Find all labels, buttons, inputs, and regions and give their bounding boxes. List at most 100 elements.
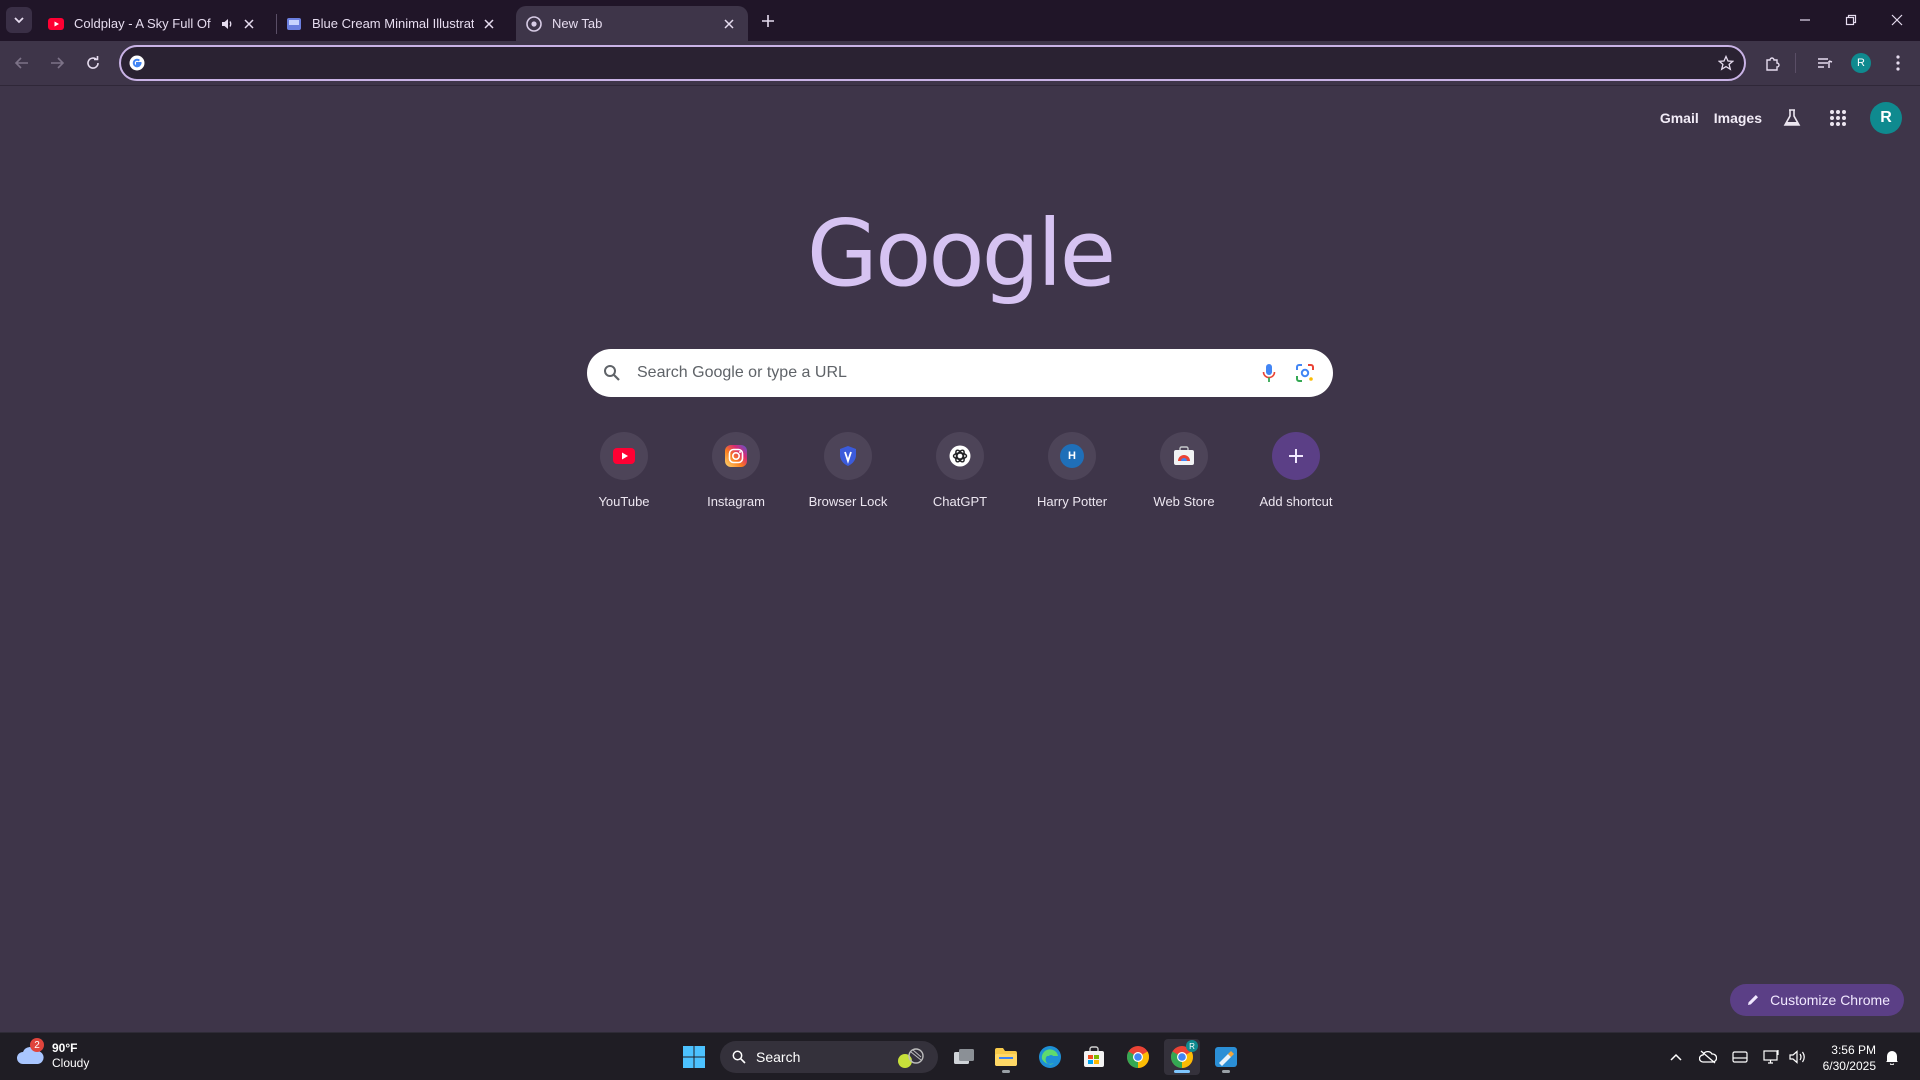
shortcut-add[interactable]: Add shortcut [1240,430,1352,530]
network-tray-icon[interactable] [1760,1047,1784,1067]
profile-button[interactable]: R [1847,49,1875,77]
taskbar-search-label: Search [756,1049,801,1065]
search-input[interactable] [637,364,1245,382]
back-button[interactable] [8,49,36,77]
notifications-button[interactable] [1880,1047,1904,1067]
voice-search-button[interactable] [1257,361,1281,385]
microsoft-store-button[interactable] [1076,1039,1112,1075]
chatgpt-icon [949,445,971,467]
account-avatar[interactable]: R [1870,102,1902,134]
folder-icon [995,1048,1017,1066]
restore-icon [1845,14,1857,26]
chrome-icon [526,15,542,32]
close-tab-icon[interactable] [720,15,738,33]
customize-label: Customize Chrome [1770,992,1890,1008]
shortcut-label: Add shortcut [1259,494,1333,509]
search-box[interactable] [587,349,1333,397]
menu-button[interactable] [1884,49,1912,77]
media-control-button[interactable] [1811,49,1839,77]
gmail-link[interactable]: Gmail [1660,110,1699,126]
bell-icon [1886,1051,1898,1065]
new-tab-button[interactable] [756,9,780,33]
shortcut-browser-lock[interactable]: Browser Lock [792,430,904,530]
tab-search-button[interactable] [6,7,32,33]
lens-search-button[interactable] [1293,361,1317,385]
taskbar-clock[interactable]: 3:56 PM 6/30/2025 [1823,1042,1876,1074]
weather-temp: 90°F [52,1041,78,1055]
shortcut-label: Instagram [707,494,765,509]
close-icon [1891,14,1903,26]
labs-button[interactable] [1776,102,1808,134]
tab-new-tab[interactable]: New Tab [516,6,748,41]
flask-icon [1783,109,1801,126]
browser-toolbar: R [0,41,1920,86]
camera-lens-icon [1296,364,1314,382]
reload-icon [87,56,99,69]
reload-button[interactable] [79,49,107,77]
restore-button[interactable] [1828,0,1874,40]
speaker-icon[interactable] [220,17,234,31]
google-logo: Google [806,200,1116,307]
paint-app-button[interactable] [1208,1039,1244,1075]
google-header: Gmail Images R [1645,102,1902,134]
forward-button[interactable] [43,49,71,77]
edge-icon [1039,1046,1061,1068]
volume-tray-icon[interactable] [1786,1047,1810,1067]
images-link[interactable]: Images [1714,110,1762,126]
running-indicator [1174,1070,1190,1073]
shortcut-tile [1272,432,1320,480]
address-bar[interactable] [119,45,1746,81]
close-tab-icon[interactable] [240,15,258,33]
weather-widget[interactable]: 2 90°F Cloudy [16,1038,89,1071]
media-queue-icon [1818,58,1833,68]
close-tab-icon[interactable] [480,15,498,33]
pencil-icon [1748,995,1759,1005]
show-hidden-icons-button[interactable] [1664,1047,1688,1067]
windows-taskbar: 2 90°F Cloudy Search R 3:56 PM 6/30/2025 [0,1032,1920,1080]
task-view-button[interactable] [946,1039,982,1075]
onedrive-tray-icon[interactable] [1696,1047,1720,1067]
extensions-button[interactable] [1759,49,1787,77]
tab-canva[interactable]: Blue Cream Minimal Illustrated [276,6,508,41]
arrow-right-icon [51,57,65,69]
shortcut-harry-potter[interactable]: H Harry Potter [1016,430,1128,530]
chrome-profile-taskbar-button[interactable]: R [1164,1039,1200,1075]
minimize-button[interactable] [1782,0,1828,40]
customize-chrome-button[interactable]: Customize Chrome [1730,984,1904,1016]
search-icon [732,1050,746,1064]
weather-text: 90°F Cloudy [52,1041,89,1071]
chrome-taskbar-button[interactable] [1120,1039,1156,1075]
close-window-button[interactable] [1874,0,1920,40]
shortcut-web-store[interactable]: Web Store [1128,430,1240,530]
instagram-icon [725,445,747,467]
running-indicator [1222,1070,1230,1073]
shortcut-youtube[interactable]: YouTube [568,430,680,530]
chevron-down-icon [14,17,24,24]
bookmark-star-icon[interactable] [1712,49,1740,77]
shortcut-label: Web Store [1153,494,1215,509]
arrow-left-icon [14,57,28,69]
file-explorer-button[interactable] [988,1039,1024,1075]
tab-strip: Coldplay - A Sky Full Of Stars Blue Crea… [0,0,1920,41]
microphone-icon [1262,364,1276,382]
weather-icon-wrap: 2 [16,1038,44,1068]
monitor-network-icon [1763,1050,1779,1064]
web-store-icon [1174,446,1194,465]
shortcut-tile [600,432,648,480]
cloud-off-icon [1699,1050,1717,1064]
apps-button[interactable] [1822,102,1854,134]
edge-button[interactable] [1032,1039,1068,1075]
start-button[interactable] [676,1039,712,1075]
tab-coldplay[interactable]: Coldplay - A Sky Full Of Stars [38,6,268,41]
input-tray-icon[interactable] [1728,1047,1752,1067]
shortcut-label: Browser Lock [808,494,888,509]
shortcut-tile [936,432,984,480]
youtube-icon [48,16,64,32]
tab-title: Blue Cream Minimal Illustrated [312,16,474,31]
address-input[interactable] [155,55,1712,71]
shortcut-instagram[interactable]: Instagram [680,430,792,530]
store-bag-icon [1084,1046,1104,1067]
shortcuts-grid: YouTube Instagram Browser Lock ChatGPT H… [568,430,1352,530]
taskbar-search[interactable]: Search [720,1041,938,1073]
shortcut-chatgpt[interactable]: ChatGPT [904,430,1016,530]
